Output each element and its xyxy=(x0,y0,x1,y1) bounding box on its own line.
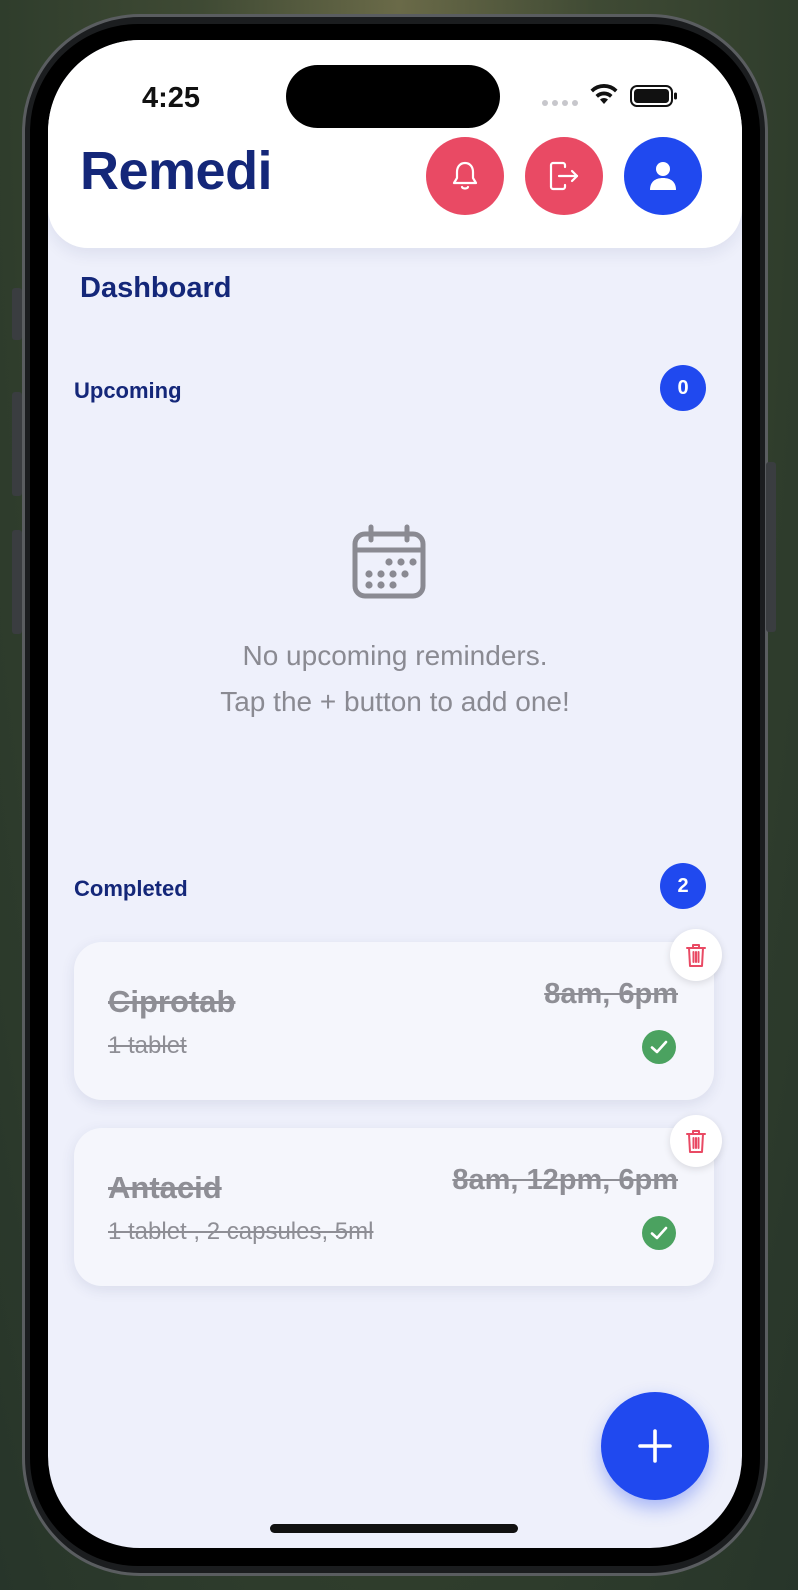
delete-button[interactable] xyxy=(670,1115,722,1167)
dynamic-island xyxy=(286,65,500,128)
cellular-signal-icon xyxy=(542,100,578,106)
trash-icon xyxy=(686,944,706,967)
battery-icon xyxy=(630,85,677,107)
status-time: 4:25 xyxy=(142,82,201,114)
app-title: Remedi xyxy=(80,141,273,201)
completed-count-badge: 2 xyxy=(660,863,706,909)
delete-button[interactable] xyxy=(670,929,722,981)
calendar-icon xyxy=(352,524,426,599)
logout-icon xyxy=(549,161,579,191)
reminder-card[interactable]: Antacid 1 tablet , 2 capsules, 5ml 8am, … xyxy=(74,1128,714,1286)
medicine-dose: 1 tablet xyxy=(108,1032,187,1059)
reminder-times: 8am, 12pm, 6pm xyxy=(452,1164,678,1196)
completed-check-icon xyxy=(642,1216,676,1250)
notifications-button[interactable] xyxy=(426,137,504,215)
profile-button[interactable] xyxy=(624,137,702,215)
completed-check-icon xyxy=(642,1030,676,1064)
volume-down-button xyxy=(12,530,22,634)
wifi-icon xyxy=(590,83,618,104)
volume-up-button xyxy=(12,392,22,496)
user-icon xyxy=(650,162,676,190)
action-button xyxy=(12,288,22,340)
completed-section-label: Completed xyxy=(74,876,188,901)
power-button xyxy=(766,462,776,632)
add-reminder-button[interactable] xyxy=(601,1392,709,1500)
bell-icon xyxy=(452,161,478,190)
upcoming-count-badge: 0 xyxy=(660,365,706,411)
app-header: 4:25 Remedi xyxy=(48,40,742,248)
trash-icon xyxy=(686,1130,706,1153)
logout-button[interactable] xyxy=(525,137,603,215)
screen: 4:25 Remedi Dashboard Upcoming 0 No upco… xyxy=(48,40,742,1548)
medicine-name: Ciprotab xyxy=(108,984,236,1019)
reminder-times: 8am, 6pm xyxy=(544,978,678,1010)
home-indicator[interactable] xyxy=(270,1524,518,1533)
medicine-dose: 1 tablet , 2 capsules, 5ml xyxy=(108,1218,374,1245)
page-title: Dashboard xyxy=(80,272,232,304)
reminder-card[interactable]: Ciprotab 1 tablet 8am, 6pm xyxy=(74,942,714,1100)
plus-icon xyxy=(638,1429,672,1463)
upcoming-section-label: Upcoming xyxy=(74,378,182,403)
medicine-name: Antacid xyxy=(108,1170,222,1205)
empty-state-hint: Tap the + button to add one! xyxy=(220,686,570,717)
empty-state-message: No upcoming reminders. xyxy=(242,640,548,671)
